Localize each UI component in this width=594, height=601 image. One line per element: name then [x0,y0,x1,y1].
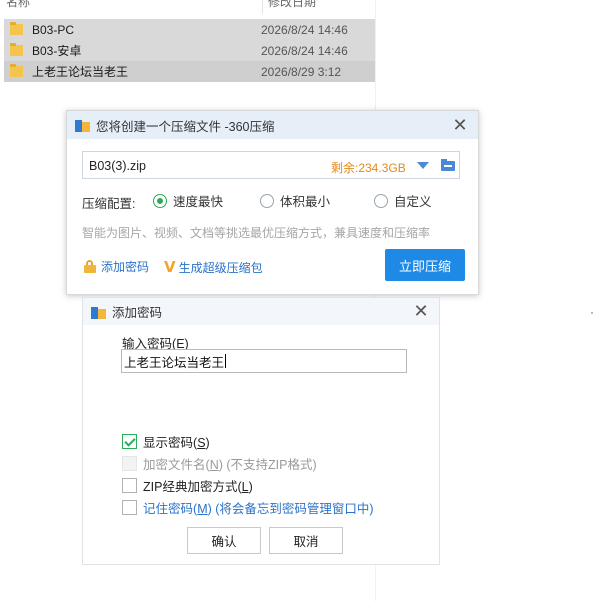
free-space-label: 剩余:234.3GB [331,161,406,175]
app-icon [91,305,106,319]
checkbox-box [122,456,137,471]
column-divider[interactable] [262,0,263,14]
password-value: 上老王论坛当老王 [124,355,225,370]
compress-now-button[interactable]: 立即压缩 [385,249,465,281]
check-icon [122,434,137,449]
close-icon[interactable]: ✕ [411,301,431,321]
config-label: 压缩配置: [82,197,136,211]
compress-dialog: 您将创建一个压缩文件 -360压缩 ✕ B03(3).zip 剩余:234.3G… [66,110,479,295]
radio-label: 体积最小 [280,195,331,209]
column-header-modified[interactable]: 修改日期 [268,0,316,9]
encrypt-filenames-checkbox[interactable]: 加密文件名(N) (不支持ZIP格式) [122,454,317,473]
file-name: B03-PC [32,22,75,37]
confirm-button[interactable]: 确认 [187,527,261,554]
dropdown-arrow-icon[interactable] [417,162,429,169]
file-row-laowang[interactable]: 上老王论坛当老王 2026/8/29 3:12 [4,61,375,82]
radio-label: 速度最快 [173,195,224,209]
password-dialog-titlebar[interactable]: 添加密码 ✕ [83,298,439,325]
file-row-b03-pc[interactable]: B03-PC 2026/8/24 14:46 [4,19,375,40]
radio-custom[interactable]: 自定义 [374,191,432,210]
radio-indicator [374,193,388,208]
checkbox-label: 显示密码(S) [143,436,210,450]
folder-icon [10,43,23,56]
close-icon[interactable]: ✕ [450,115,470,135]
cancel-button[interactable]: 取消 [269,527,343,554]
lock-icon [84,260,97,273]
super-pack-link[interactable]: V 生成超级压缩包 [164,258,263,276]
password-dialog: 添加密码 ✕ 输入密码(E) 上老王论坛当老王 显示密码(S) 加密文件名(N)… [82,297,440,565]
file-row-b03-android[interactable]: B03-安卓 2026/8/24 14:46 [4,40,375,61]
hint-text: 智能为图片、视频、文档等挑选最优压缩方式，兼具速度和压缩率 [82,226,431,240]
checkbox-label: 加密文件名(N) (不支持ZIP格式) [143,458,317,472]
dialog-title: 添加密码 [112,306,163,320]
password-input[interactable]: 上老王论坛当老王 [121,349,407,373]
folder-icon [10,64,23,77]
checkbox-box [122,500,137,515]
checkbox-box [122,478,137,493]
add-password-link[interactable]: 添加密码 [84,258,149,275]
checkbox-label: ZIP经典加密方式(L) [143,480,253,494]
remember-password-checkbox[interactable]: 记住密码(M) (将会备忘到密码管理窗口中) [122,498,374,517]
checkbox-label: 记住密码(M) (将会备忘到密码管理窗口中) [143,502,374,516]
super-pack-label: 生成超级压缩包 [178,260,263,275]
text-caret [225,354,227,368]
file-date: 2026/8/29 3:12 [261,64,342,79]
scroll-marker [591,312,593,314]
show-password-checkbox[interactable]: 显示密码(S) [122,432,210,451]
radio-fastest[interactable]: 速度最快 [153,191,223,210]
add-password-label: 添加密码 [101,260,150,274]
column-header-name[interactable]: 名称 [6,0,30,9]
file-date: 2026/8/24 14:46 [261,22,348,37]
zip-classic-encryption-checkbox[interactable]: ZIP经典加密方式(L) [122,476,253,495]
radio-indicator [260,193,274,208]
file-date: 2026/8/24 14:46 [261,43,348,58]
app-icon [75,118,90,132]
dialog-title: 您将创建一个压缩文件 -360压缩 [96,119,275,134]
radio-indicator [153,193,167,208]
archive-filename[interactable]: B03(3).zip [89,159,146,173]
file-name: 上老王论坛当老王 [32,65,129,79]
archive-path-field[interactable]: B03(3).zip 剩余:234.3GB [82,151,460,179]
compress-dialog-titlebar[interactable]: 您将创建一个压缩文件 -360压缩 ✕ [67,111,478,139]
file-name: B03-安卓 [32,44,82,58]
folder-icon [10,22,23,35]
v-icon: V [164,258,176,276]
browse-folder-icon[interactable] [441,159,455,171]
radio-smallest[interactable]: 体积最小 [260,191,330,210]
radio-label: 自定义 [394,195,432,209]
